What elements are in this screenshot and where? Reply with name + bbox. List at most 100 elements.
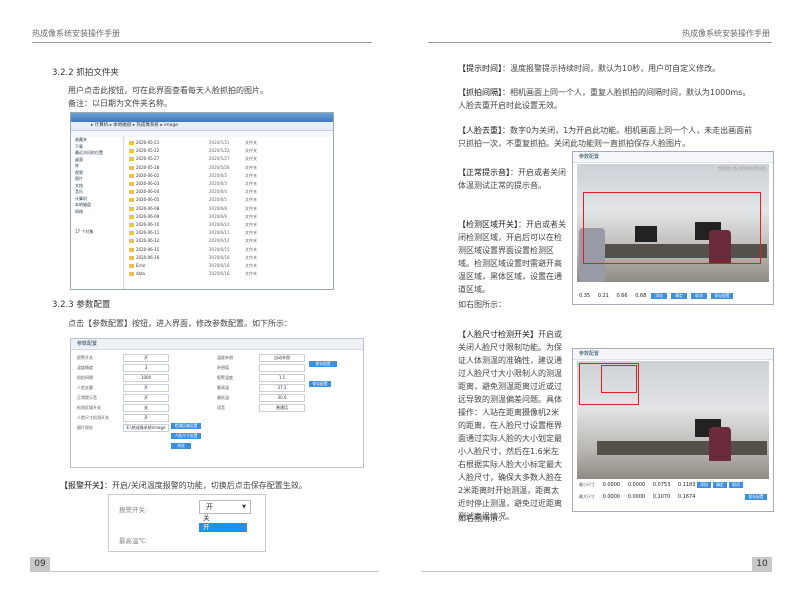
file-type: 文件夹: [245, 222, 257, 227]
file-row[interactable]: 2020-06-02 2020/6/2 文件夹: [129, 173, 329, 179]
browse-button[interactable]: 浏览: [171, 443, 191, 449]
config-field[interactable]: 开: [123, 414, 169, 422]
cancel-button[interactable]: 取消: [729, 482, 743, 488]
row-label: 最小尺寸: [579, 482, 595, 487]
file-row[interactable]: 2020-06-12 2020/6/12 文件夹: [129, 238, 329, 244]
file-row[interactable]: 2020-06-08 2020/6/8 文件夹: [129, 206, 329, 212]
config-label: 最低温: [217, 395, 229, 400]
config-label: 温度精度: [77, 365, 93, 370]
config-field[interactable]: 开: [123, 384, 169, 392]
file-row[interactable]: 2020-06-15 2020/6/15 文件夹: [129, 247, 329, 253]
folder-icon: [129, 255, 134, 260]
config-label: 正常提示音: [77, 395, 97, 400]
folder-icon: [129, 190, 134, 195]
config-label: 补偿值: [217, 365, 229, 370]
config-label: 最高温: [217, 385, 229, 390]
detect-area-values: 0.35 0.21 0.66 0.68: [579, 293, 652, 299]
folder-icon: [129, 214, 134, 219]
person-shape: [709, 427, 731, 461]
save-config-button[interactable]: 保存配置: [745, 494, 767, 500]
file-name: 2020-06-11: [136, 230, 160, 236]
detect-area-button[interactable]: 检测区域设置: [171, 423, 201, 429]
file-row[interactable]: 2020-06-11 2020/6/11 文件夹: [129, 230, 329, 236]
config-field[interactable]: 37.3: [259, 384, 305, 392]
config-field[interactable]: 3: [123, 364, 169, 372]
confirm-button[interactable]: 确定: [713, 482, 727, 488]
file-row[interactable]: 2020-05-28 2020/5/28 文件夹: [129, 165, 329, 171]
config-field[interactable]: [259, 364, 305, 372]
max-face-box[interactable]: [579, 363, 639, 405]
text: ：开启或者关闭检测区域，开启后可以在检测区域设置界面设置检测区域。检测区域设置时…: [458, 220, 566, 294]
file-list: 2020-05-21 2020/5/21 文件夹 2020-05-22 2020/5/2…: [125, 137, 333, 289]
footer-divider: [30, 571, 378, 572]
file-name: 2020-05-28: [136, 164, 160, 170]
face-size-button[interactable]: 人脸尺寸设置: [171, 433, 201, 439]
config-title: 参数配置: [71, 339, 363, 350]
file-name: 2020-05-21: [136, 140, 160, 145]
detect-area-screenshot: 参数配置 2020-12-20 00:57:43 0.35 0.21 0.66 …: [572, 151, 774, 305]
save-config-button[interactable]: 保存配置: [309, 361, 337, 367]
file-row[interactable]: Error 2020/6/16 文件夹: [129, 263, 329, 269]
config-label: 图片保存: [77, 425, 93, 430]
min-size-values: 最小尺寸 0.0000 0.0000 0.0753 0.1183: [579, 482, 701, 488]
folder-icon: [129, 141, 134, 145]
save-config-button-2[interactable]: 保存配置: [309, 381, 331, 387]
option-on[interactable]: 开: [199, 523, 247, 532]
config-field[interactable]: 开: [123, 394, 169, 402]
file-name: 2020-06-08: [136, 205, 160, 211]
file-row[interactable]: 2020-06-10 2020/6/10 文件夹: [129, 222, 329, 228]
detect-area-box[interactable]: [583, 192, 761, 264]
address-bar[interactable]: ▸ 计算机 ▸ 本地磁盘 ▸ 热成像系统 ▸ image: [71, 122, 333, 131]
save-config-button[interactable]: 保存配置: [711, 293, 733, 299]
option-off[interactable]: 关: [199, 514, 247, 523]
file-name: 2020-06-10: [136, 222, 160, 227]
config-field[interactable]: 1000: [123, 374, 169, 382]
config-label: 报警开关: [77, 355, 93, 360]
file-type: 文件夹: [245, 148, 257, 154]
file-name: 2020-05-27: [136, 156, 160, 162]
cancel-button[interactable]: 取消: [691, 293, 707, 299]
folder-icon: [129, 223, 134, 227]
file-type: 文件夹: [245, 156, 257, 162]
file-date: 2020/6/12: [209, 238, 230, 244]
config-field[interactable]: 普通话: [259, 404, 305, 412]
file-row[interactable]: 2020-06-16 2020/6/16 文件夹: [129, 255, 329, 261]
value: 0.0000: [627, 494, 646, 500]
file-date: 2020/6/15: [209, 246, 230, 252]
max-temp-label: 最高温℃:: [119, 537, 148, 545]
file-date: 2020/6/9: [209, 213, 227, 219]
file-row[interactable]: data 2020/6/16 文件夹: [129, 271, 329, 277]
file-row[interactable]: 2020-05-21 2020/5/21 文件夹: [129, 140, 329, 146]
config-field[interactable]: E:\热成像系统\image: [123, 424, 169, 432]
file-type: 文件夹: [245, 172, 257, 178]
file-row[interactable]: 2020-06-04 2020/6/4 文件夹: [129, 189, 329, 195]
folder-icon: [129, 247, 134, 252]
config-field[interactable]: 自动补偿: [259, 354, 305, 362]
timestamp: 2020-12-20 00:57:43: [718, 167, 766, 172]
cam-title: 参数配置: [573, 349, 773, 360]
add-button[interactable]: 添加: [651, 293, 667, 299]
file-row[interactable]: 2020-06-05 2020/6/5 文件夹: [129, 197, 329, 203]
config-field[interactable]: 1.1: [259, 374, 305, 382]
config-field[interactable]: 30.0: [259, 394, 305, 402]
file-type: 文件夹: [245, 181, 257, 186]
alarm-switch-select[interactable]: 开 ▼: [199, 500, 251, 514]
folder-icon: [129, 239, 134, 244]
tree-item[interactable]: 网络: [71, 209, 123, 216]
paragraph-note: 备注：以日期为文件夹名称。: [68, 99, 172, 108]
config-field[interactable]: 关: [123, 404, 169, 412]
highlight: 【正常提示音】: [458, 168, 510, 177]
confirm-button[interactable]: 确定: [671, 293, 687, 299]
max-size-values: 最大尺寸 0.0000 0.0000 0.1070 0.1674: [579, 494, 701, 500]
file-row[interactable]: 2020-05-27 2020/5/27 文件夹: [129, 156, 329, 162]
config-field[interactable]: 开: [123, 354, 169, 362]
file-type: 文件夹: [245, 263, 257, 268]
folder-icon: [129, 272, 134, 277]
file-date: 2020/6/2: [209, 172, 227, 178]
file-row[interactable]: 2020-06-09 2020/6/9 文件夹: [129, 214, 329, 220]
value: 0.0753: [652, 482, 671, 488]
file-row[interactable]: 2020-06-03 2020/6/3 文件夹: [129, 181, 329, 187]
item-detect-area: 【检测区域开关】：开启或者关闭检测区域，开启后可以在检测区域设置界面设置检测区域…: [458, 218, 566, 296]
add-button[interactable]: 添加: [697, 482, 711, 488]
file-row[interactable]: 2020-05-22 2020/5/22 文件夹: [129, 148, 329, 154]
